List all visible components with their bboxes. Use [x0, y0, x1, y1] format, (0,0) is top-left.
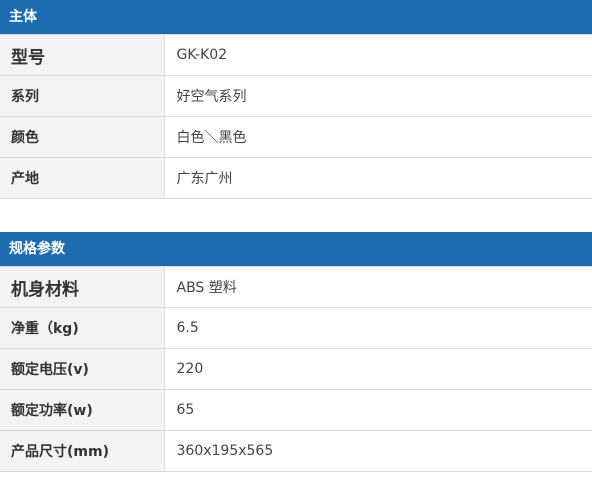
row-key-model: 型号	[0, 34, 165, 76]
table-row: 额定功率(w) 65	[0, 389, 592, 431]
row-key-color: 颜色	[0, 116, 165, 158]
table-row: 颜色 白色＼黑色	[0, 116, 592, 158]
row-key-origin: 产地	[0, 157, 165, 199]
section-header-main: 主体	[0, 0, 592, 34]
row-value-origin: 广东广州	[164, 157, 592, 199]
row-value-series: 好空气系列	[164, 75, 592, 117]
row-key-voltage: 额定电压(v)	[0, 348, 165, 390]
spec-section: 规格参数 机身材料 ABS 塑料 净重（kg) 6.5 额定电压(v) 220 …	[0, 232, 592, 472]
table-row: 型号 GK-K02	[0, 34, 592, 76]
row-value-voltage: 220	[164, 348, 592, 390]
row-value-power: 65	[164, 389, 592, 431]
table-row: 机身材料 ABS 塑料	[0, 266, 592, 308]
row-key-series: 系列	[0, 75, 165, 117]
spec-sheet: 主体 型号 GK-K02 系列 好空气系列 颜色 白色＼黑色 产地 广东广州 规…	[0, 0, 592, 498]
row-value-dimensions: 360x195x565	[164, 430, 592, 472]
row-value-color: 白色＼黑色	[164, 116, 592, 158]
row-key-net-weight: 净重（kg)	[0, 307, 165, 349]
row-key-power: 额定功率(w)	[0, 389, 165, 431]
row-key-material: 机身材料	[0, 266, 165, 308]
table-row: 额定电压(v) 220	[0, 348, 592, 390]
table-row: 产品尺寸(mm) 360x195x565	[0, 430, 592, 472]
main-table: 型号 GK-K02 系列 好空气系列 颜色 白色＼黑色 产地 广东广州	[0, 34, 592, 199]
row-value-model: GK-K02	[164, 34, 592, 76]
table-row: 系列 好空气系列	[0, 75, 592, 117]
table-row: 产地 广东广州	[0, 157, 592, 199]
row-value-net-weight: 6.5	[164, 307, 592, 349]
spec-table: 机身材料 ABS 塑料 净重（kg) 6.5 额定电压(v) 220 额定功率(…	[0, 266, 592, 472]
row-key-dimensions: 产品尺寸(mm)	[0, 430, 165, 472]
row-value-material: ABS 塑料	[164, 266, 592, 308]
section-header-specs: 规格参数	[0, 232, 592, 266]
table-row: 净重（kg) 6.5	[0, 307, 592, 349]
main-section: 主体 型号 GK-K02 系列 好空气系列 颜色 白色＼黑色 产地 广东广州	[0, 0, 592, 199]
